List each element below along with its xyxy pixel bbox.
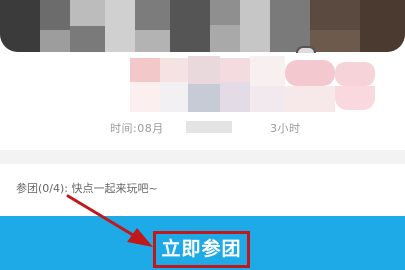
duration-text: 3小时 [270, 122, 301, 135]
blurred-content-block [0, 56, 405, 116]
group-time-row: 时间:08月 3小时 [110, 118, 330, 136]
section-divider [0, 150, 405, 164]
card-handle-icon [296, 46, 316, 53]
blurred-photo-banner [0, 0, 405, 52]
time-label: 时间:08月 [110, 122, 164, 135]
join-status-text: 参团(0/4): 快点一起来玩吧~ [16, 182, 158, 195]
blurred-time-value [186, 121, 232, 133]
join-button-label[interactable]: 立即参团 [153, 231, 250, 268]
